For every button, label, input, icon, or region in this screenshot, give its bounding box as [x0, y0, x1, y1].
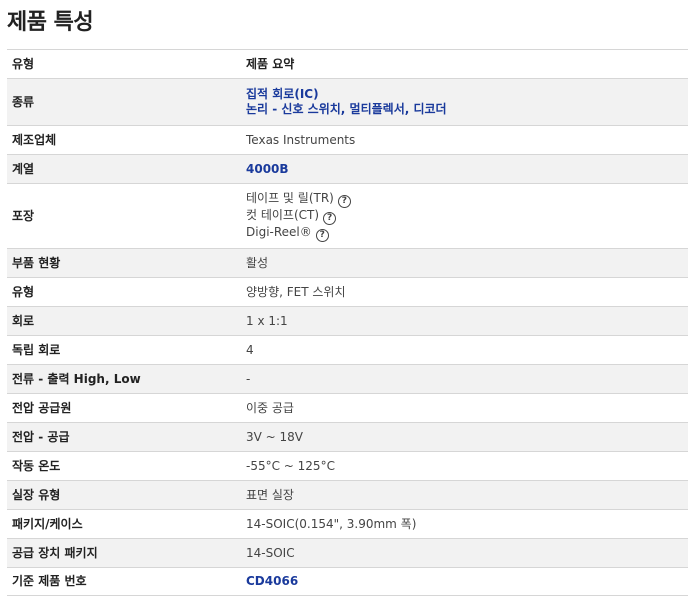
category-link-logic[interactable]: 논리 - 신호 스위치, 멀티플렉서, 디코더 — [246, 102, 688, 117]
attr-label: 공급 장치 패키지 — [7, 538, 241, 568]
table-header-row: 유형 제품 요약 — [7, 49, 688, 79]
table-row: 포장 테이프 및 릴(TR)? 컷 테이프(CT)? Digi-Reel®? — [7, 183, 688, 249]
table-row: 종류 집적 회로(IC) 논리 - 신호 스위치, 멀티플렉서, 디코더 — [7, 78, 688, 126]
table-row: 계열 4000B — [7, 154, 688, 184]
packaging-label: 테이프 및 릴(TR) — [246, 190, 334, 205]
table-row: 전류 - 출력 High, Low - — [7, 364, 688, 394]
help-circle-icon[interactable]: ? — [337, 194, 351, 208]
help-circle-icon[interactable]: ? — [323, 211, 337, 225]
attr-value: 양방향, FET 스위치 — [241, 277, 688, 307]
table-row: 작동 온도 -55°C ~ 125°C — [7, 451, 688, 481]
table-row: 제조업체 Texas Instruments — [7, 125, 688, 155]
table-row: 유형 양방향, FET 스위치 — [7, 277, 688, 307]
attr-label: 전류 - 출력 High, Low — [7, 364, 241, 394]
attr-value: 14-SOIC — [241, 538, 688, 568]
attr-value: Texas Instruments — [241, 125, 688, 155]
packaging-option: 컷 테이프(CT)? — [246, 208, 688, 225]
table-row: 전압 공급원 이중 공급 — [7, 393, 688, 423]
attr-label: 포장 — [7, 183, 241, 249]
attr-value: 활성 — [241, 248, 688, 278]
packaging-label: 컷 테이프(CT) — [246, 207, 320, 222]
attr-value: 집적 회로(IC) 논리 - 신호 스위치, 멀티플렉서, 디코더 — [241, 78, 688, 126]
packaging-option: Digi-Reel®? — [246, 225, 688, 242]
attr-label: 전압 - 공급 — [7, 422, 241, 452]
attr-label: 부품 현황 — [7, 248, 241, 278]
table-row: 패키지/케이스 14-SOIC(0.154", 3.90mm 폭) — [7, 509, 688, 539]
attr-value: 3V ~ 18V — [241, 422, 688, 452]
attr-label: 종류 — [7, 78, 241, 126]
attr-label: 제조업체 — [7, 125, 241, 155]
attr-label: 유형 — [7, 277, 241, 307]
attr-value: 이중 공급 — [241, 393, 688, 423]
attr-value: 4 — [241, 335, 688, 365]
base-part-number-link[interactable]: CD4066 — [246, 574, 298, 588]
page-title: 제품 특성 — [7, 10, 94, 35]
table-row: 공급 장치 패키지 14-SOIC — [7, 538, 688, 568]
table-row: 실장 유형 표면 실장 — [7, 480, 688, 510]
attr-label: 회로 — [7, 306, 241, 336]
header-attr: 유형 — [7, 49, 241, 79]
table-row: 독립 회로 4 — [7, 335, 688, 365]
header-value: 제품 요약 — [241, 49, 688, 79]
series-link[interactable]: 4000B — [246, 162, 289, 176]
attr-value: - — [241, 364, 688, 394]
attr-label: 패키지/케이스 — [7, 509, 241, 539]
attr-label: 계열 — [7, 154, 241, 184]
table-row: 부품 현황 활성 — [7, 248, 688, 278]
attributes-table: 유형 제품 요약 종류 집적 회로(IC) 논리 - 신호 스위치, 멀티플렉서… — [7, 49, 688, 596]
packaging-label: Digi-Reel® — [246, 224, 312, 239]
help-circle-icon[interactable]: ? — [315, 228, 329, 242]
attr-value: 14-SOIC(0.154", 3.90mm 폭) — [241, 509, 688, 539]
attr-label: 독립 회로 — [7, 335, 241, 365]
table-row: 전압 - 공급 3V ~ 18V — [7, 422, 688, 452]
table-row: 기준 제품 번호 CD4066 — [7, 567, 688, 596]
attr-label: 실장 유형 — [7, 480, 241, 510]
packaging-option: 테이프 및 릴(TR)? — [246, 191, 688, 208]
attr-value: 1 x 1:1 — [241, 306, 688, 336]
attr-value: 테이프 및 릴(TR)? 컷 테이프(CT)? Digi-Reel®? — [241, 183, 688, 249]
attr-label: 작동 온도 — [7, 451, 241, 481]
table-row: 회로 1 x 1:1 — [7, 306, 688, 336]
attr-value: 4000B — [241, 154, 688, 184]
attr-value: 표면 실장 — [241, 480, 688, 510]
attr-value: -55°C ~ 125°C — [241, 451, 688, 481]
product-attributes-panel: 제품 특성 유형 제품 요약 종류 집적 회로(IC) 논리 - 신호 스위치,… — [0, 0, 688, 606]
attr-label: 전압 공급원 — [7, 393, 241, 423]
category-link-ic[interactable]: 집적 회로(IC) — [246, 87, 688, 102]
attr-label: 기준 제품 번호 — [7, 567, 241, 596]
attr-value: CD4066 — [241, 567, 688, 596]
